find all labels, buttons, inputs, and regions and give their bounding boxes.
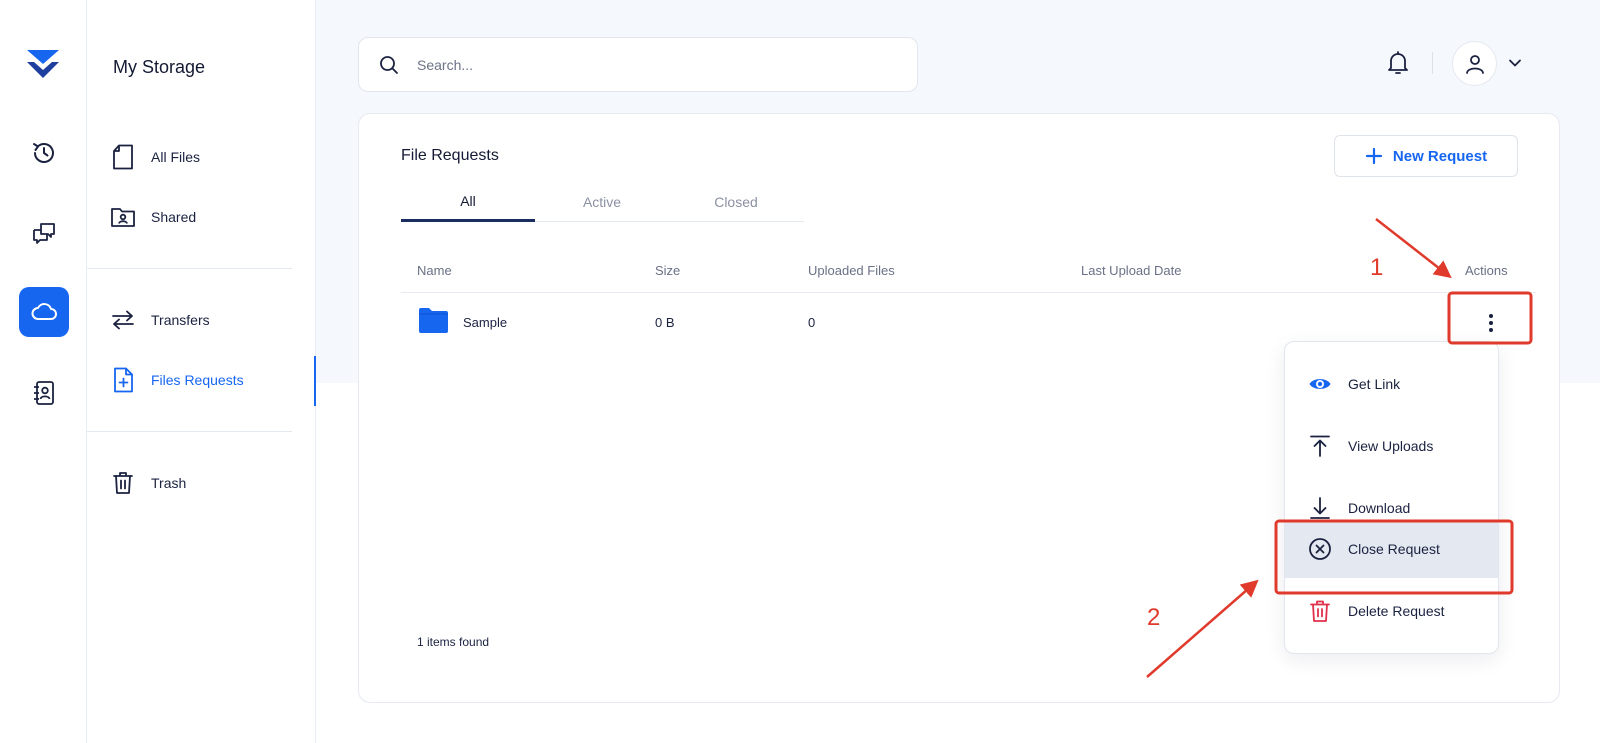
menu-item-get-link[interactable]: Get Link — [1285, 355, 1498, 413]
more-vertical-icon[interactable] — [1481, 311, 1501, 335]
sidebar-item-label: Shared — [151, 209, 197, 225]
sidebar-item-all-files[interactable]: All Files — [109, 137, 309, 177]
folder-icon — [418, 307, 449, 334]
contacts-icon[interactable] — [19, 368, 69, 418]
menu-item-label: Get Link — [1348, 376, 1401, 392]
table-header: Name Size Uploaded Files Last Upload Dat… — [401, 249, 1536, 293]
plus-icon — [1365, 147, 1383, 165]
menu-item-label: View Uploads — [1348, 438, 1434, 454]
upload-icon — [1308, 434, 1332, 458]
column-actions: Actions — [1465, 263, 1508, 278]
sidebar-title: My Storage — [113, 57, 206, 77]
transfer-icon — [109, 309, 137, 331]
logo-icon[interactable] — [26, 48, 60, 82]
sidebar-item-trash[interactable]: Trash — [109, 463, 309, 503]
row-size: 0 B — [655, 315, 675, 330]
sidebar-item-label: All Files — [151, 149, 201, 165]
sidebar-item-transfers[interactable]: Transfers — [109, 300, 309, 340]
menu-item-label: Delete Request — [1348, 603, 1445, 619]
row-uploaded-files: 0 — [808, 315, 816, 330]
cloud-icon[interactable] — [19, 287, 69, 337]
items-count: 1 items found — [417, 635, 490, 649]
divider — [1432, 52, 1433, 74]
annotation-step-1: 1 — [1370, 254, 1384, 281]
download-icon — [1308, 496, 1332, 520]
menu-item-close-request[interactable]: Close Request — [1285, 520, 1498, 578]
sidebar-item-files-requests[interactable]: Files Requests — [109, 360, 309, 400]
tab-active[interactable]: Active — [535, 182, 669, 222]
close-circle-icon — [1308, 537, 1332, 561]
search-icon — [379, 55, 399, 75]
column-uploaded-files[interactable]: Uploaded Files — [808, 263, 895, 278]
sidebar-item-label: Files Requests — [151, 372, 244, 388]
new-request-button[interactable]: New Request — [1334, 135, 1518, 177]
divider — [87, 431, 292, 432]
sidebar-item-shared[interactable]: Shared — [109, 197, 309, 237]
sidebar-item-label: Transfers — [151, 312, 210, 328]
menu-item-view-uploads[interactable]: View Uploads — [1285, 417, 1498, 475]
file-plus-icon — [109, 367, 137, 393]
bell-icon[interactable] — [1386, 50, 1410, 76]
search-bar[interactable] — [358, 37, 918, 92]
menu-item-label: Close Request — [1348, 541, 1440, 557]
column-size[interactable]: Size — [655, 263, 680, 278]
eye-icon — [1308, 372, 1332, 396]
column-name[interactable]: Name — [417, 263, 452, 278]
sidebar-item-label: Trash — [151, 475, 187, 491]
storage-sidebar: My Storage All Files Shared Transfers Fi… — [87, 0, 316, 743]
trash-icon — [109, 471, 137, 495]
history-icon[interactable] — [19, 128, 69, 178]
tab-all[interactable]: All — [401, 182, 535, 222]
menu-item-delete-request[interactable]: Delete Request — [1285, 582, 1498, 640]
column-last-upload-date[interactable]: Last Upload Date — [1081, 263, 1181, 278]
actions-menu: Get Link View Uploads Download Close Req… — [1284, 341, 1499, 654]
row-name[interactable]: Sample — [463, 315, 507, 330]
chevron-down-icon[interactable] — [1508, 58, 1522, 68]
tab-closed[interactable]: Closed — [669, 182, 803, 222]
chat-icon[interactable] — [19, 208, 69, 258]
avatar[interactable] — [1452, 41, 1497, 86]
divider — [87, 268, 292, 269]
search-input[interactable] — [417, 56, 877, 73]
menu-item-label: Download — [1348, 500, 1411, 516]
trash-icon — [1308, 599, 1332, 623]
annotation-step-2: 2 — [1147, 604, 1161, 631]
shared-folder-icon — [109, 206, 137, 228]
icon-rail — [0, 0, 87, 743]
tab-bar: All Active Closed — [401, 182, 804, 222]
file-icon — [109, 144, 137, 170]
new-request-label: New Request — [1392, 147, 1488, 165]
page-title: File Requests — [401, 147, 499, 164]
